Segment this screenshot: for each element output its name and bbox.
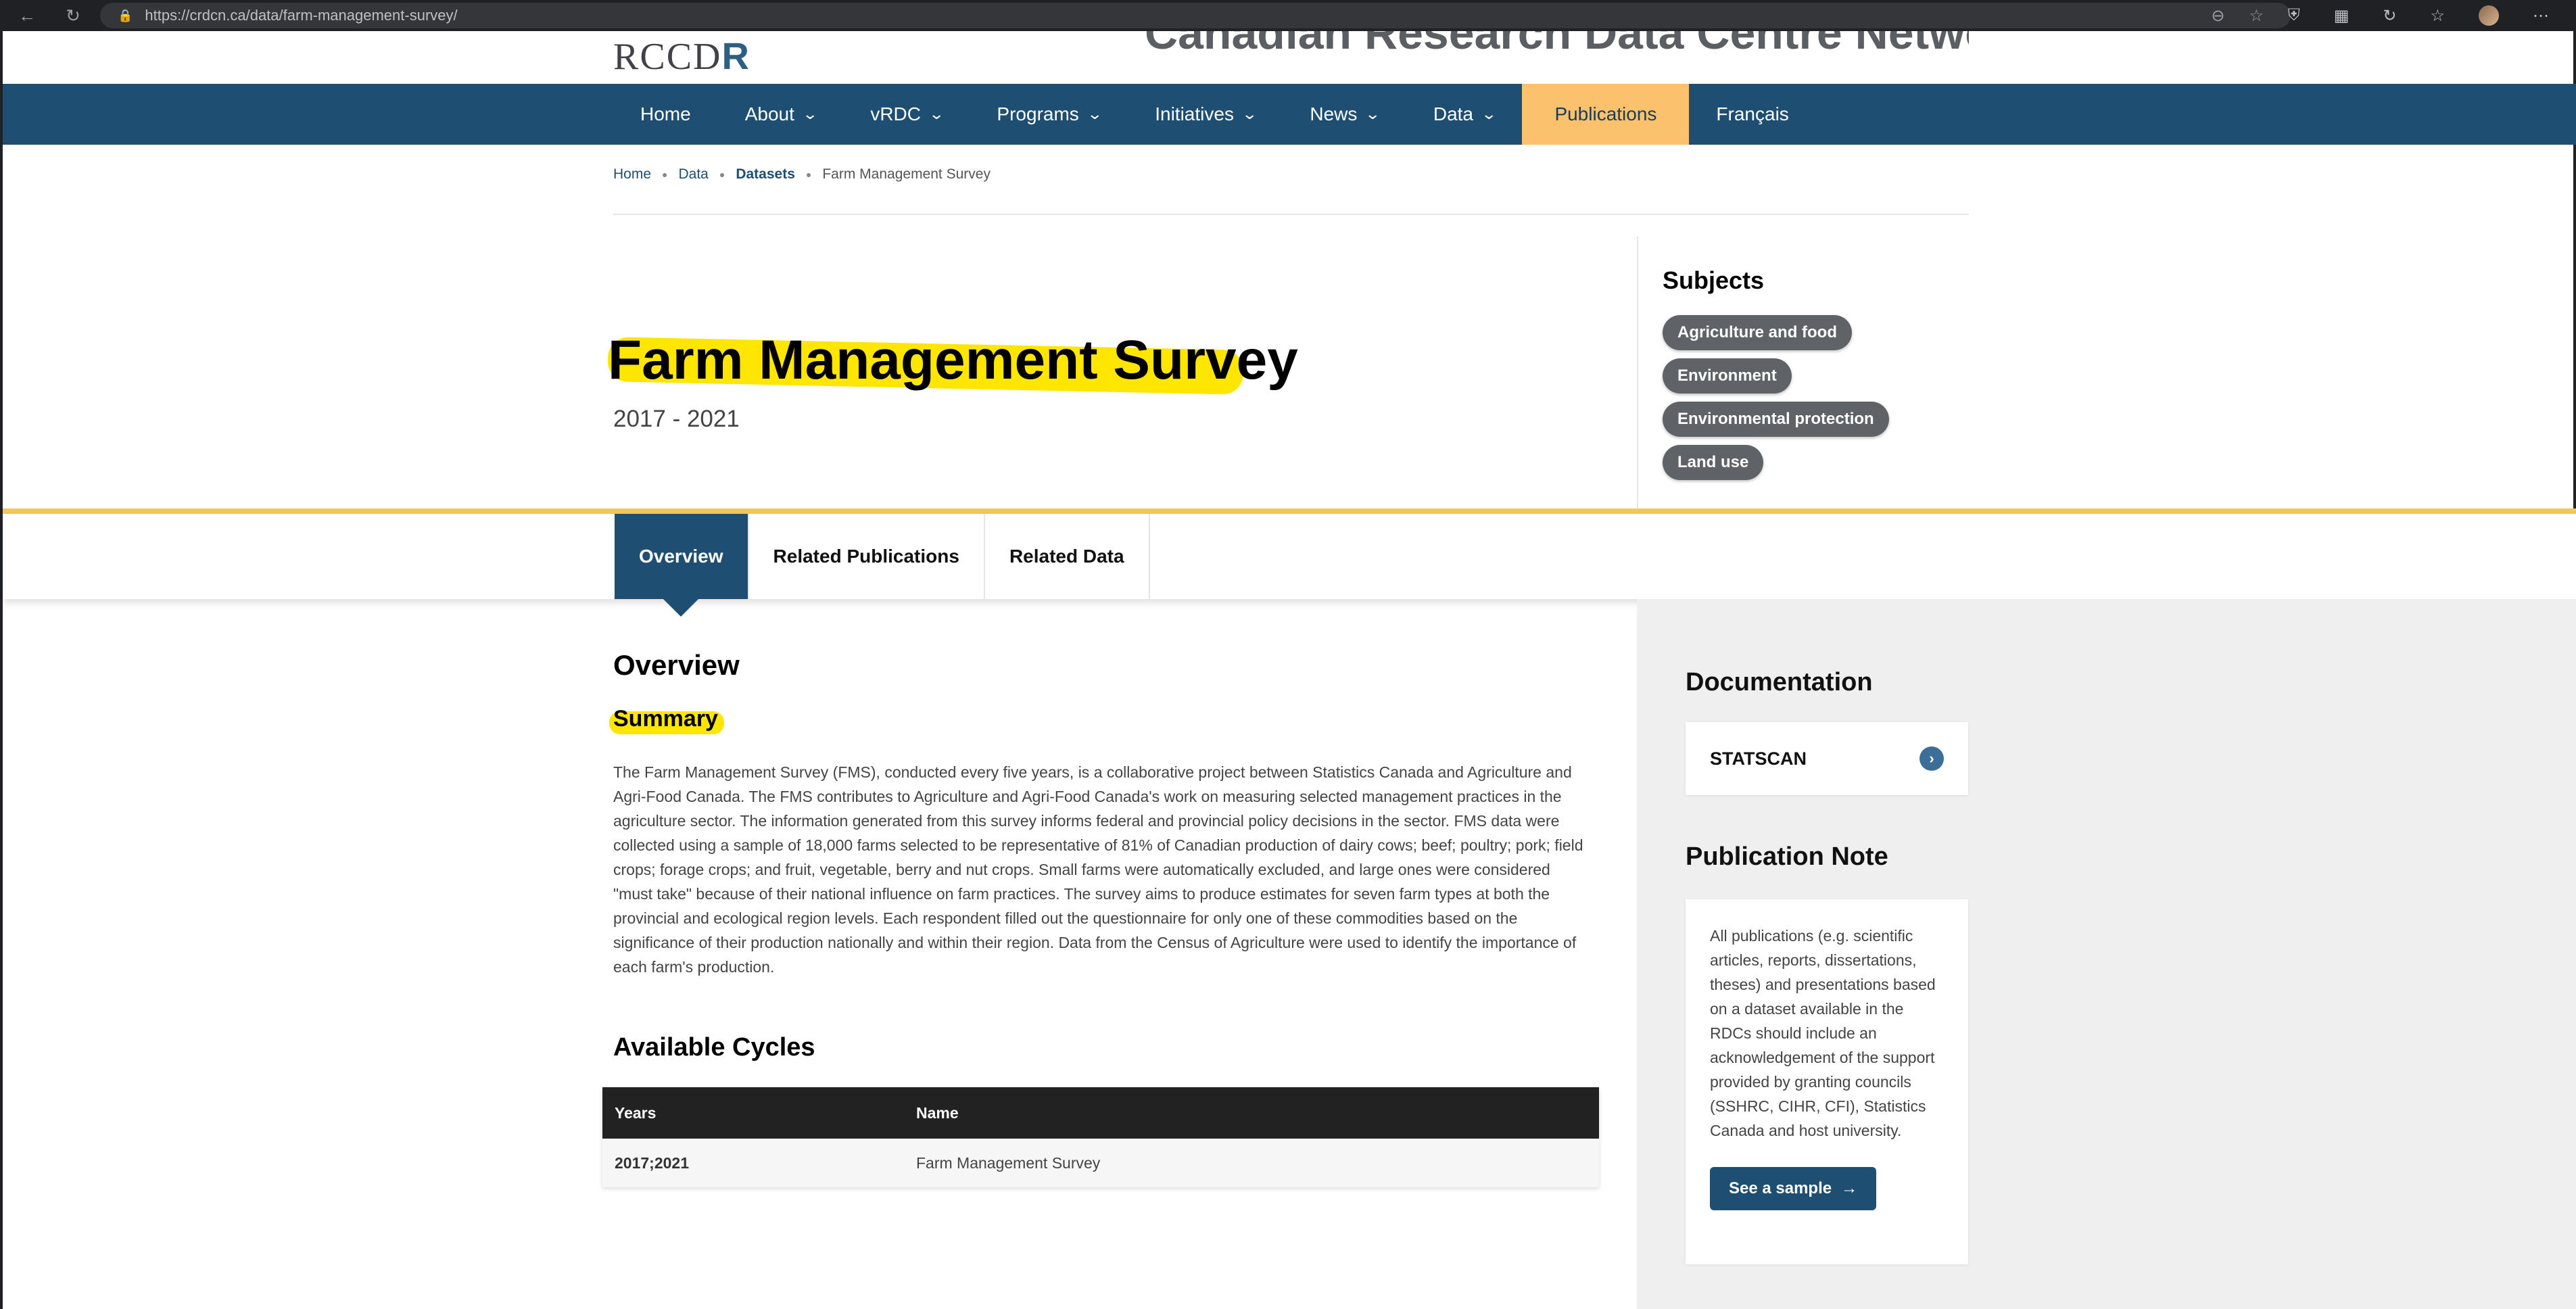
summary-heading-wrap: Summary <box>609 706 724 734</box>
extension-icon[interactable]: ▦ <box>2334 6 2350 26</box>
table-header: Years Name <box>602 1087 1599 1139</box>
breadcrumb-separator: ● <box>719 169 725 180</box>
reload-icon[interactable]: ↻ <box>59 2 87 29</box>
nav-label: Français <box>1716 103 1789 124</box>
tab-overview[interactable]: Overview <box>615 514 749 617</box>
available-cycles-heading: Available Cycles <box>613 1033 815 1062</box>
logo-accent: R <box>721 34 750 77</box>
publication-note-heading: Publication Note <box>1686 842 1888 871</box>
subjects-heading-text: Subjects <box>1663 266 1765 294</box>
favorites-icon[interactable]: ☆ <box>2430 6 2445 26</box>
breadcrumb: Home ● Data ● Datasets ● Farm Management… <box>613 166 991 183</box>
address-bar[interactable]: 🔒 https://crdcn.ca/data/farm-management-… <box>100 3 2291 28</box>
table-row: 2017;2021 Farm Management Survey <box>602 1139 1599 1187</box>
profile-avatar[interactable] <box>2479 5 2499 26</box>
chevron-down-icon: ⌄ <box>928 105 945 122</box>
chevron-down-icon: ⌄ <box>1364 105 1381 122</box>
divider <box>613 214 1969 215</box>
site-logo[interactable]: RCCDR <box>613 34 750 78</box>
nav-about[interactable]: About ⌄ <box>718 84 844 145</box>
nav-publications[interactable]: Publications <box>1522 84 1690 145</box>
url-text: https://crdcn.ca/data/farm-management-su… <box>145 7 458 24</box>
nav-initiatives[interactable]: Initiatives ⌄ <box>1128 84 1283 145</box>
nav-vrdc[interactable]: vRDC ⌄ <box>843 84 970 145</box>
main-nav: Home About ⌄ vRDC ⌄ Programs ⌄ Initiatives ⌄… <box>3 84 2576 145</box>
extension-shield-icon[interactable]: ⛨ <box>2288 6 2300 25</box>
page-title-wrap: Farm Management Survey <box>607 329 1298 395</box>
website-page: RCCDR Canadian Research Data Centre Netw… <box>0 31 2576 1309</box>
subject-chips: Agriculture and food Environment Environ… <box>1663 315 1988 480</box>
breadcrumb-home[interactable]: Home <box>613 166 651 183</box>
browser-toolbar: ← ↻ 🔒 https://crdcn.ca/data/farm-managem… <box>0 0 2576 31</box>
back-icon[interactable]: ← <box>14 2 41 29</box>
chevron-down-icon: ⌄ <box>1481 105 1498 122</box>
cell-name: Farm Management Survey <box>916 1153 1101 1172</box>
nav-news[interactable]: News ⌄ <box>1283 84 1406 145</box>
breadcrumb-separator: ● <box>805 169 812 180</box>
sync-icon[interactable]: ↻ <box>2383 6 2396 26</box>
cell-years: 2017;2021 <box>615 1153 689 1172</box>
tab-related-data[interactable]: Related Data <box>984 514 1150 599</box>
nav-language-toggle[interactable]: Français <box>1689 84 1815 145</box>
site-title: Canadian Research Data Centre Network <box>1145 31 1969 59</box>
nav-home[interactable]: Home <box>613 84 718 145</box>
subject-chip[interactable]: Land use <box>1663 445 1764 480</box>
breadcrumb-data[interactable]: Data <box>679 166 709 183</box>
nav-label: Programs <box>997 103 1079 124</box>
documentation-link-card[interactable]: STATSCAN › <box>1686 722 1968 795</box>
logo-text: RCCD <box>613 36 722 78</box>
site-header: RCCDR Canadian Research Data Centre Netw… <box>613 31 1969 82</box>
summary-heading: Summary <box>613 706 718 732</box>
accent-divider <box>3 508 2576 514</box>
publication-note-card: All publications (e.g. scientific articl… <box>1686 899 1968 1264</box>
overview-heading: Overview <box>613 649 740 681</box>
button-label: See a sample <box>1729 1179 1832 1197</box>
nav-label: Initiatives <box>1155 103 1234 124</box>
documentation-link-label: STATSCAN <box>1710 748 1807 769</box>
nav-data[interactable]: Data ⌄ <box>1406 84 1523 145</box>
zoom-icon[interactable]: ⊖ <box>2211 6 2224 26</box>
breadcrumb-datasets[interactable]: Datasets <box>736 166 795 183</box>
arrow-right-icon: → <box>1841 1179 1858 1197</box>
bookmark-star-icon[interactable]: ☆ <box>2249 6 2264 26</box>
chevron-down-icon: ⌄ <box>802 105 819 122</box>
subject-chip[interactable]: Environment <box>1663 358 1792 394</box>
tab-related-publications[interactable]: Related Publications <box>748 514 985 599</box>
chevron-down-icon: ⌄ <box>1087 105 1103 122</box>
nav-label: Data <box>1433 103 1473 124</box>
nav-label: About <box>744 103 794 124</box>
breadcrumb-current: Farm Management Survey <box>822 166 991 182</box>
nav-label: vRDC <box>870 103 921 124</box>
cycles-table: Years Name 2017;2021 Farm Management Sur… <box>602 1087 1599 1187</box>
nav-label: Publications <box>1554 103 1657 124</box>
more-menu-icon[interactable]: ⋯ <box>2533 6 2549 26</box>
subjects-panel: Subjects Agriculture and food Environmen… <box>1637 237 1988 515</box>
column-header-years: Years <box>615 1103 657 1122</box>
publication-note-text: All publications (e.g. scientific articl… <box>1710 927 1936 1139</box>
chevron-right-icon[interactable]: › <box>1919 746 1944 771</box>
subjects-heading: Subjects <box>1660 266 1765 295</box>
nav-programs[interactable]: Programs ⌄ <box>970 84 1128 145</box>
summary-text: The Farm Management Survey (FMS), conduc… <box>613 763 1583 976</box>
page-title: Farm Management Survey <box>608 329 1298 391</box>
chevron-down-icon: ⌄ <box>1241 105 1258 122</box>
tab-bar: Overview Related Publications Related Da… <box>3 514 2576 617</box>
nav-label: News <box>1310 103 1358 124</box>
column-header-name: Name <box>916 1103 959 1122</box>
nav-label: Home <box>640 103 691 124</box>
dataset-years: 2017 - 2021 <box>613 406 740 432</box>
lock-icon: 🔒 <box>118 8 133 22</box>
subject-chip[interactable]: Environmental protection <box>1663 402 1889 437</box>
subject-chip[interactable]: Agriculture and food <box>1663 315 1852 350</box>
documentation-heading: Documentation <box>1686 668 1873 696</box>
see-sample-button[interactable]: See a sample → <box>1710 1167 1877 1210</box>
breadcrumb-separator: ● <box>662 169 668 180</box>
